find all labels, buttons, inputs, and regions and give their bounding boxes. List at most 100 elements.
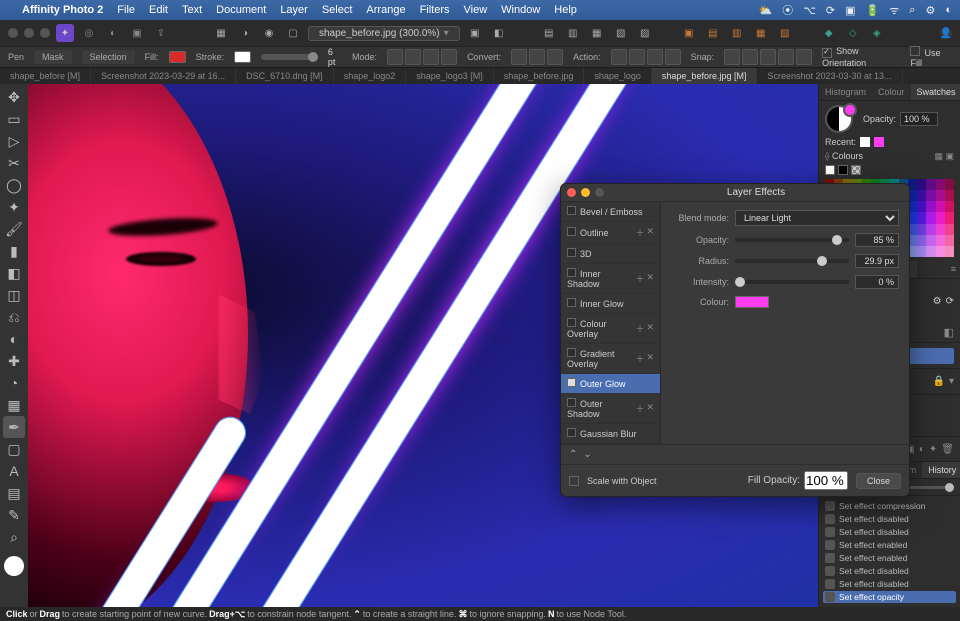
stroke-swatch[interactable] xyxy=(234,51,251,63)
effect-row[interactable]: Outer Shadow＋✕ xyxy=(561,394,660,424)
stroke-width-value[interactable]: 6 pt xyxy=(328,47,342,67)
preset-swatch[interactable] xyxy=(838,165,848,175)
effect-row[interactable]: Outer Glow xyxy=(561,374,660,394)
fx-icon[interactable]: ◧ xyxy=(944,326,954,339)
preset-swatch[interactable] xyxy=(825,165,835,175)
align-icon[interactable]: ▥ xyxy=(728,24,746,42)
menu-window[interactable]: Window xyxy=(501,4,540,16)
align-icon[interactable]: ▧ xyxy=(776,24,794,42)
palette-swatch[interactable] xyxy=(945,246,954,257)
opacity-input[interactable] xyxy=(900,112,938,126)
arrange-icon[interactable]: ▤ xyxy=(540,24,558,42)
insert-icon[interactable]: ◇ xyxy=(844,24,862,42)
persona-develop[interactable]: ◐ xyxy=(104,24,122,42)
lock-icon[interactable]: 🔒 xyxy=(933,376,945,387)
dialog-close-icon[interactable] xyxy=(567,188,576,197)
insert-icon[interactable]: ◆ xyxy=(820,24,838,42)
palette-swatch[interactable] xyxy=(926,212,935,223)
palette-swatch[interactable] xyxy=(945,201,954,212)
palette-swatch[interactable] xyxy=(936,190,945,201)
intensity-value[interactable] xyxy=(855,275,899,289)
tab-colour[interactable]: Colour xyxy=(872,84,911,100)
effect-row[interactable]: 3D xyxy=(561,244,660,264)
document-tab[interactable]: shape_before.jpg [M] xyxy=(652,68,758,84)
show-orientation-checkbox[interactable]: Show Orientation xyxy=(822,46,900,68)
picker-tool[interactable]: ✎ xyxy=(3,504,25,526)
menu-help[interactable]: Help xyxy=(554,4,577,16)
gradient-tool[interactable]: ◧ xyxy=(3,262,25,284)
dialog-minimise-icon[interactable] xyxy=(581,188,590,197)
opacity-slider[interactable] xyxy=(735,238,849,242)
palette-swatch[interactable] xyxy=(945,235,954,246)
tab-history[interactable]: History xyxy=(922,462,960,478)
history-row[interactable]: Set effect disabled xyxy=(823,526,956,538)
recent-swatch[interactable] xyxy=(860,137,870,147)
close-icon[interactable] xyxy=(8,28,18,38)
text-tool[interactable]: A xyxy=(3,460,25,482)
paint-brush-tool[interactable]: 🖌 xyxy=(3,218,25,240)
palette-swatch[interactable] xyxy=(926,201,935,212)
menu-filters[interactable]: Filters xyxy=(420,4,450,16)
swatch-view-icons[interactable]: ▦ ▣ xyxy=(934,151,954,162)
foreground-color[interactable] xyxy=(4,556,24,576)
selection-brush-tool[interactable]: ◯ xyxy=(3,174,25,196)
preset-swatch-none[interactable] xyxy=(851,165,861,175)
arrange-icon[interactable]: ▦ xyxy=(588,24,606,42)
intensity-slider[interactable] xyxy=(735,280,849,284)
effect-row[interactable]: Gaussian Blur xyxy=(561,424,660,444)
effect-row[interactable]: Outline＋✕ xyxy=(561,222,660,244)
document-tab[interactable]: shape_logo3 [M] xyxy=(406,68,494,84)
document-tab[interactable]: shape_logo2 xyxy=(334,68,407,84)
app-name[interactable]: Affinity Photo 2 xyxy=(22,4,103,16)
search-icon[interactable]: ⌕ xyxy=(909,4,915,17)
layer-menu-icon[interactable]: ▾ xyxy=(949,376,954,387)
palette-swatch[interactable] xyxy=(917,179,926,190)
align-icon[interactable]: ▣ xyxy=(680,24,698,42)
palette-swatch[interactable] xyxy=(936,235,945,246)
tool-icon[interactable]: ◉ xyxy=(260,24,278,42)
fill-opacity-input[interactable] xyxy=(804,471,848,490)
wifi-icon[interactable]: ᯤ xyxy=(889,3,899,18)
menu-edit[interactable]: Edit xyxy=(149,4,168,16)
healing-tool[interactable]: ✚ xyxy=(3,350,25,372)
fill-tool[interactable]: ▮ xyxy=(3,240,25,262)
tool-icon[interactable]: ◧ xyxy=(490,24,508,42)
selection-button[interactable]: Selection xyxy=(82,50,135,64)
arrange-icon[interactable]: ▥ xyxy=(564,24,582,42)
status-icon[interactable]: ▣ xyxy=(845,4,855,17)
mode-icons[interactable] xyxy=(387,49,457,65)
dodge-tool[interactable]: ◐ xyxy=(3,328,25,350)
history-row[interactable]: Set effect enabled xyxy=(823,552,956,564)
convert-icons[interactable] xyxy=(511,49,563,65)
document-tab[interactable]: Screenshot 2023-03-29 at 16... xyxy=(91,68,236,84)
palette-swatch[interactable] xyxy=(917,224,926,235)
align-icon[interactable]: ▤ xyxy=(704,24,722,42)
colour-swatch[interactable] xyxy=(735,296,769,308)
tool-icon[interactable]: ▣ xyxy=(466,24,484,42)
delete-icon[interactable]: 🗑 xyxy=(941,444,954,455)
palette-swatch[interactable] xyxy=(926,190,935,201)
palette-swatch[interactable] xyxy=(945,212,954,223)
fx-icon[interactable]: ✦ xyxy=(929,444,937,455)
minimise-icon[interactable] xyxy=(24,28,34,38)
effect-row[interactable]: Inner Glow xyxy=(561,294,660,314)
tab-histogram[interactable]: Histogram xyxy=(819,84,872,100)
effect-row[interactable]: Inner Shadow＋✕ xyxy=(561,264,660,294)
fill-swatch[interactable] xyxy=(169,51,186,63)
tool-icon[interactable]: ▢ xyxy=(284,24,302,42)
crop-tool[interactable]: ✂ xyxy=(3,152,25,174)
menu-text[interactable]: Text xyxy=(182,4,202,16)
tool-icon[interactable]: ▦ xyxy=(212,24,230,42)
history-row[interactable]: Set effect opacity xyxy=(823,591,956,603)
tool-icon[interactable]: ◑ xyxy=(236,24,254,42)
action-icons[interactable] xyxy=(611,49,681,65)
history-row[interactable]: Set effect disabled xyxy=(823,578,956,590)
flood-select-tool[interactable]: ✦ xyxy=(3,196,25,218)
document-tab[interactable]: shape_logo xyxy=(584,68,652,84)
history-row[interactable]: Set effect disabled xyxy=(823,513,956,525)
account-icon[interactable]: 👤 xyxy=(940,28,952,39)
palette-swatch[interactable] xyxy=(917,235,926,246)
persona-export[interactable]: ⇪ xyxy=(152,24,170,42)
zoom-icon[interactable] xyxy=(40,28,50,38)
status-icon[interactable]: ⟳ xyxy=(826,4,835,17)
